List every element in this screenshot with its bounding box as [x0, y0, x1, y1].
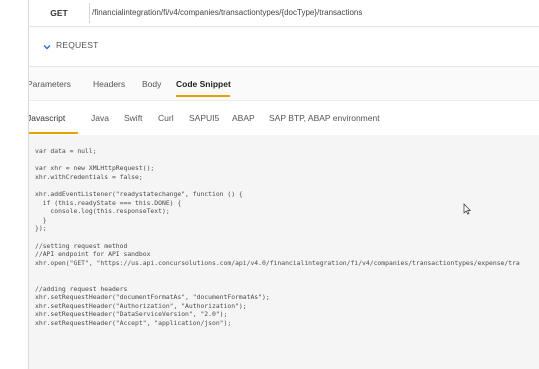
code-line: xhr.setRequestHeader("Accept", "applicat…: [35, 318, 232, 327]
tab-java[interactable]: Java: [91, 113, 109, 123]
tab-body[interactable]: Body: [142, 79, 161, 89]
endpoint-path[interactable]: /financialintegration/fi/v4/companies/tr…: [92, 3, 362, 23]
endpoint-bar: GET /financialintegration/fi/v4/companie…: [29, 0, 539, 27]
request-content: Parameters Headers Body Code Snippet Jav…: [29, 67, 539, 369]
code-line: var data = null;: [35, 147, 97, 155]
code-line: xhr.withCredentials = false;: [35, 172, 143, 181]
code-line: var xhr = new XMLHttpRequest();: [35, 164, 155, 173]
active-tab-indicator: [176, 95, 230, 97]
chevron-down-icon: [43, 45, 51, 50]
language-tabs: Javascript Java Swift Curl SAPUI5 ABAP S…: [29, 100, 539, 136]
code-line: console.log(this.responseText);: [35, 207, 170, 216]
tab-sapui5[interactable]: SAPUI5: [189, 113, 219, 123]
tab-headers[interactable]: Headers: [93, 79, 125, 89]
active-language-indicator: [29, 132, 78, 134]
code-snippet[interactable]: var data = null; var xhr = new XMLHttpRe…: [29, 135, 539, 369]
request-section-label: REQUEST: [56, 40, 99, 50]
tab-code-snippet[interactable]: Code Snippet: [176, 79, 231, 89]
code-line: //setting request method: [35, 241, 128, 250]
code-line: //adding request headers: [35, 284, 128, 293]
primary-tabs: Parameters Headers Body Code Snippet: [29, 67, 539, 100]
http-method-badge: GET: [29, 3, 90, 23]
request-section-toggle[interactable]: REQUEST: [29, 28, 539, 67]
api-panel: GET /financialintegration/fi/v4/companie…: [28, 0, 539, 369]
code-line: xhr.open("GET", "https://us.api.concurso…: [35, 258, 520, 267]
code-line: }: [35, 215, 47, 224]
code-line: if (this.readyState === this.DONE) {: [35, 198, 182, 207]
code-line: });: [35, 224, 47, 233]
code-line: xhr.setRequestHeader("documentFormatAs",…: [35, 293, 270, 302]
code-line: xhr.setRequestHeader("Authorization", "A…: [35, 301, 247, 310]
tab-parameters[interactable]: Parameters: [29, 79, 71, 89]
code-line: xhr.addEventListener("readystatechange",…: [35, 189, 243, 198]
tab-curl[interactable]: Curl: [158, 113, 174, 123]
tab-sap-btp-abap-environment[interactable]: SAP BTP, ABAP environment: [269, 113, 380, 123]
code-line: //API endpoint for API sandbox: [35, 250, 151, 259]
code-line: xhr.setRequestHeader("DataServiceVersion…: [35, 310, 228, 319]
tab-swift[interactable]: Swift: [124, 113, 142, 123]
mouse-pointer-icon: [463, 203, 471, 215]
tab-abap[interactable]: ABAP: [232, 113, 255, 123]
tab-javascript[interactable]: Javascript: [29, 113, 65, 123]
code-block: var data = null; var xhr = new XMLHttpRe…: [35, 147, 520, 327]
